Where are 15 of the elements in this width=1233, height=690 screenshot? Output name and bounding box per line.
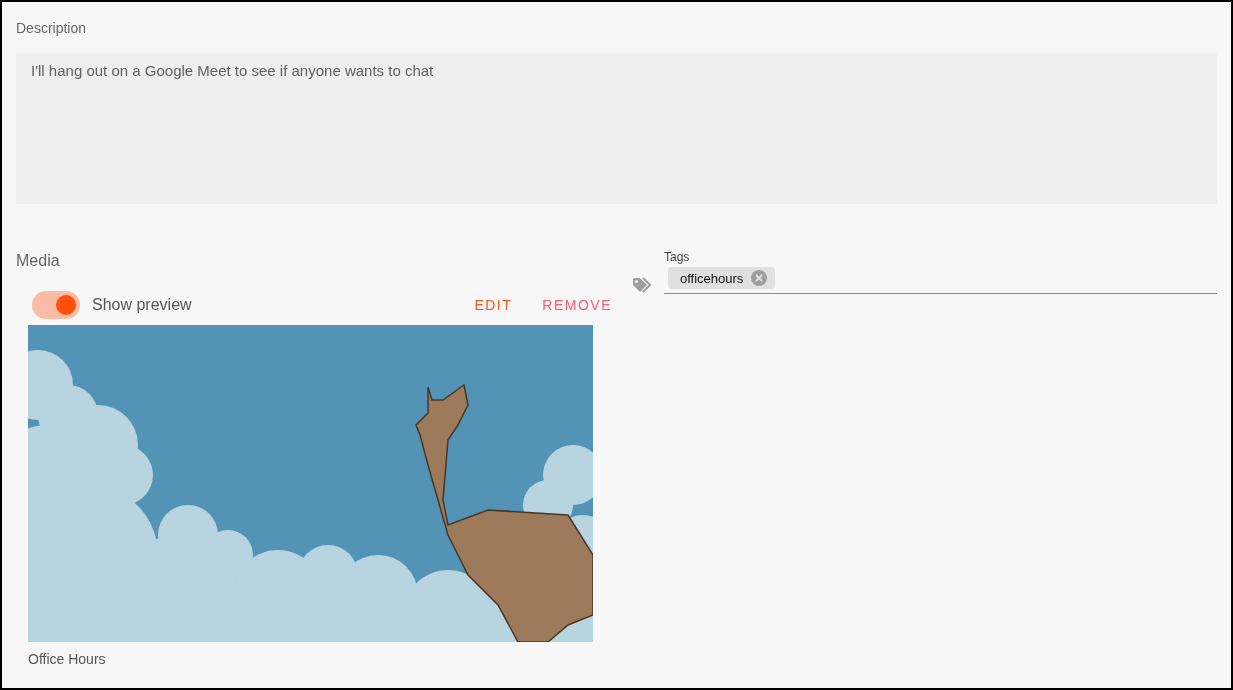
tags-icon — [632, 276, 654, 294]
description-field[interactable]: I'll hang out on a Google Meet to see if anyone wants to chat — [16, 54, 1217, 204]
tag-text: officehours — [680, 270, 744, 286]
toggle-thumb[interactable] — [56, 295, 76, 315]
tags-field[interactable]: Tags officehours — [664, 250, 1217, 294]
remove-button[interactable]: REMOVE — [542, 293, 612, 317]
media-caption: Office Hours — [28, 651, 107, 667]
description-label: Description — [16, 20, 88, 36]
show-preview-toggle[interactable] — [32, 291, 80, 319]
edit-button[interactable]: EDIT — [474, 293, 513, 317]
tag-chip[interactable]: officehours — [668, 267, 776, 289]
media-label: Media — [16, 252, 61, 270]
show-preview-label: Show preview — [92, 296, 192, 314]
remove-icon[interactable] — [751, 270, 768, 286]
tags-label: Tags — [664, 250, 691, 264]
